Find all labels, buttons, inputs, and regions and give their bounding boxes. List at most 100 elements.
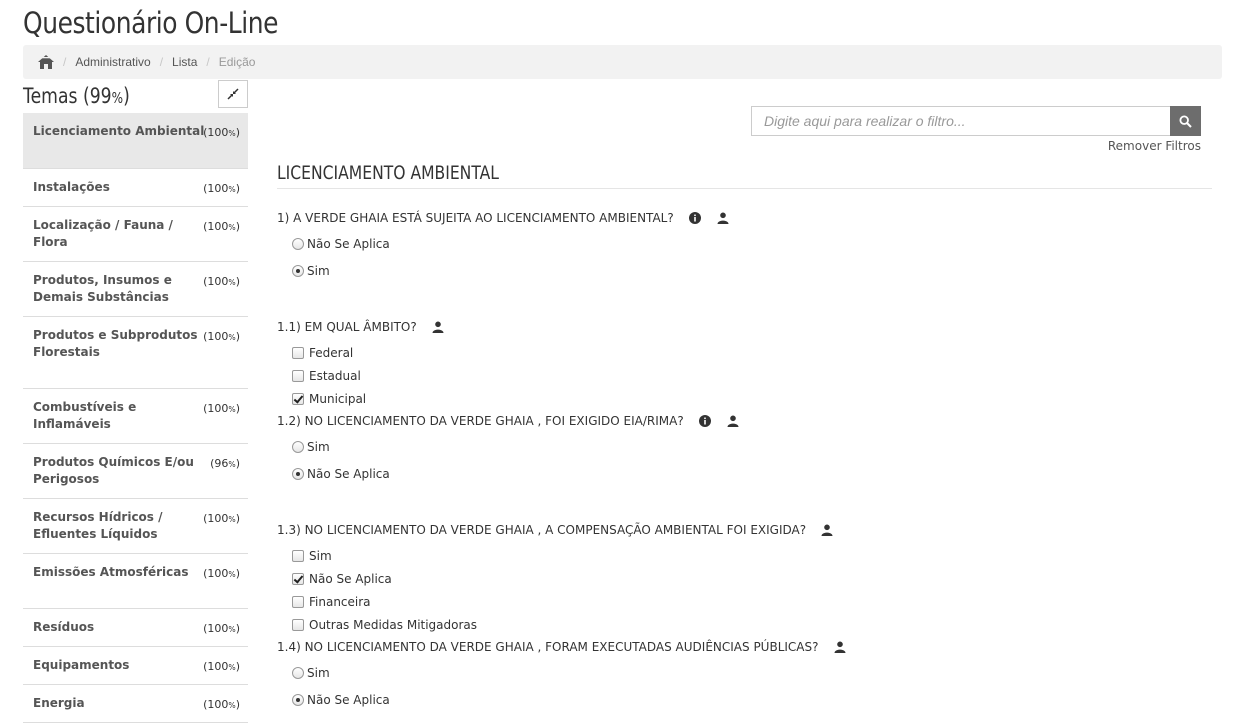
question-text: 1.1) EM QUAL ÂMBITO? [277,320,417,334]
radio-button[interactable] [292,468,304,480]
sidebar-item-label: Licenciamento Ambiental [33,124,205,138]
sidebar-item-label: Emissões Atmosféricas [33,565,189,579]
sidebar-item-pct: (100%) [203,220,240,233]
option-label: Sim [307,440,330,454]
radio-button[interactable] [292,667,304,679]
option-radio[interactable]: Sim [292,440,330,454]
sidebar-item-localizacao[interactable]: Localização / Fauna / Flora (100%) [23,207,248,262]
user-icon[interactable] [726,414,740,428]
option-checkbox[interactable]: Estadual [292,369,361,383]
option-label: Sim [307,264,330,278]
user-icon[interactable] [431,320,445,334]
question-text: 1.4) NO LICENCIAMENTO DA VERDE GHAIA , F… [277,640,819,654]
sidebar-item-label: Instalações [33,180,110,194]
option-label: Sim [309,549,332,563]
collapse-button[interactable] [218,80,248,108]
sidebar-item-recursos-hidricos[interactable]: Recursos Hídricos / Efluentes Líquidos (… [23,499,248,554]
search-button[interactable] [1170,106,1201,136]
breadcrumb-separator: / [206,55,210,69]
home-icon[interactable] [38,55,54,69]
option-checkbox[interactable]: Não Se Aplica [292,572,392,586]
sidebar-item-quimicos[interactable]: Produtos Químicos E/ou Perigosos (96%) [23,444,248,499]
sidebar-item-label: Produtos Químicos E/ou Perigosos [33,455,194,486]
sidebar-item-label: Energia [33,696,85,710]
option-checkbox[interactable]: Sim [292,549,332,563]
checkbox[interactable] [292,550,304,562]
option-radio[interactable]: Não Se Aplica [292,467,390,481]
filter-bar [751,106,1201,136]
info-icon[interactable] [688,211,702,225]
sidebar-item-label: Produtos e Subprodutos Florestais [33,328,198,359]
breadcrumb-item-lista[interactable]: Lista [172,55,197,69]
option-radio[interactable]: Não Se Aplica [292,237,390,251]
breadcrumb-separator: / [159,55,164,69]
breadcrumb-item-administrativo[interactable]: Administrativo [75,55,150,69]
option-checkbox[interactable]: Financeira [292,595,371,609]
sidebar-item-combustiveis[interactable]: Combustíveis e Inflamáveis (100%) [23,389,248,444]
option-checkbox[interactable]: Outras Medidas Mitigadoras [292,618,477,632]
sidebar-item-residuos[interactable]: Resíduos (100%) [23,609,248,647]
option-label: Sim [307,666,330,680]
page-title: Questionário On-Line [23,6,279,40]
sidebar-item-pct: (100%) [203,567,240,580]
question-text: 1.2) NO LICENCIAMENTO DA VERDE GHAIA , F… [277,414,684,428]
compress-icon [227,88,239,100]
breadcrumb: / Administrativo / Lista / Edição [23,45,1222,79]
sidebar-item-pct: (100%) [203,402,240,415]
section-title-text: LICENCIAMENTO AMBIENTAL [277,162,499,184]
option-label: Não Se Aplica [307,467,390,481]
sidebar-item-pct: (100%) [203,698,240,711]
checkbox[interactable] [292,393,304,405]
remove-filters-link[interactable]: Remover Filtros [1108,139,1201,153]
option-checkbox[interactable]: Federal [292,346,353,360]
question-1-3: 1.3) NO LICENCIAMENTO DA VERDE GHAIA , A… [277,523,834,537]
filter-input[interactable] [751,106,1171,136]
checkbox[interactable] [292,596,304,608]
sidebar-item-label: Combustíveis e Inflamáveis [33,400,137,431]
search-icon [1179,114,1192,128]
radio-button[interactable] [292,441,304,453]
question-1-2: 1.2) NO LICENCIAMENTO DA VERDE GHAIA , F… [277,414,740,428]
checkbox[interactable] [292,619,304,631]
user-icon[interactable] [833,640,847,654]
sidebar-overall-pct: (99%) [82,84,130,108]
sidebar-item-produtos-florestais[interactable]: Produtos e Subprodutos Florestais (100%) [23,317,248,389]
option-label: Financeira [309,595,371,609]
option-checkbox[interactable]: Municipal [292,392,366,406]
option-label: Não Se Aplica [309,572,392,586]
sidebar-item-licenciamento[interactable]: Licenciamento Ambiental (100%) [23,113,248,169]
sidebar-item-label: Produtos, Insumos e Demais Substâncias [33,273,172,304]
sidebar-item-produtos-insumos[interactable]: Produtos, Insumos e Demais Substâncias (… [23,262,248,317]
sidebar-item-pct: (100%) [203,512,240,525]
sidebar-item-label: Resíduos [33,620,95,634]
sidebar-item-pct: (100%) [203,660,240,673]
sidebar-item-emissoes[interactable]: Emissões Atmosféricas (100%) [23,554,248,609]
option-label: Municipal [309,392,367,406]
option-label: Não Se Aplica [307,693,390,707]
option-label: Outras Medidas Mitigadoras [309,618,478,632]
radio-button[interactable] [292,265,304,277]
option-label: Não Se Aplica [307,237,390,251]
sidebar-item-instalacoes[interactable]: Instalações (100%) [23,169,248,207]
checkbox[interactable] [292,573,304,585]
section-title: LICENCIAMENTO AMBIENTAL [277,162,1212,189]
option-radio[interactable]: Sim [292,264,330,278]
radio-button[interactable] [292,694,304,706]
user-icon[interactable] [716,211,730,225]
option-label: Federal [309,346,354,360]
radio-button[interactable] [292,238,304,250]
checkbox[interactable] [292,370,304,382]
user-icon[interactable] [820,523,834,537]
sidebar-item-pct: (100%) [203,275,240,288]
sidebar-item-equipamentos[interactable]: Equipamentos (100%) [23,647,248,685]
sidebar-title-label: Temas [23,84,78,108]
sidebar-title: Temas (99%) [23,84,130,108]
breadcrumb-separator: / [63,55,67,69]
option-radio[interactable]: Sim [292,666,330,680]
sidebar-item-energia[interactable]: Energia (100%) [23,685,248,723]
info-icon[interactable] [698,414,712,428]
sidebar-header: Temas (99%) [23,80,248,114]
option-radio[interactable]: Não Se Aplica [292,693,390,707]
sidebar-item-pct: (100%) [203,126,240,139]
checkbox[interactable] [292,347,304,359]
